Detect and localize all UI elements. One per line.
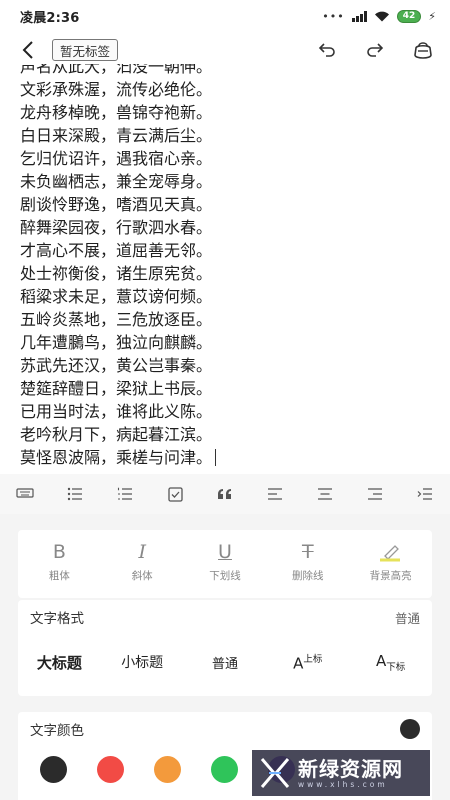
subscript-option[interactable]: A下标 xyxy=(349,651,432,673)
current-color-indicator xyxy=(400,719,420,739)
poem-line: 五岭炎蒸地，三危放逐臣。 xyxy=(20,310,213,329)
quote-icon[interactable] xyxy=(200,474,250,514)
align-right-icon[interactable] xyxy=(350,474,400,514)
watermark-text: 新绿资源网 www.xlhs.com xyxy=(298,758,403,789)
back-arrow-icon[interactable] xyxy=(16,38,40,62)
app-bar-actions xyxy=(314,37,436,63)
poem-line: 几年遭鵩鸟，独泣向麒麟。 xyxy=(20,333,213,352)
highlight-button[interactable]: 背景高亮 xyxy=(349,530,432,598)
normal-text-option[interactable]: 普通 xyxy=(184,653,267,672)
text-format-options: 大标题 小标题 普通 A上标 A下标 xyxy=(18,634,432,690)
superscript-base: A xyxy=(293,654,304,673)
align-center-icon[interactable] xyxy=(300,474,350,514)
checkbox-icon[interactable] xyxy=(150,474,200,514)
keyboard-icon[interactable] xyxy=(0,474,50,514)
italic-icon: I xyxy=(138,541,146,563)
underline-label: 下划线 xyxy=(209,570,241,582)
more-dots-icon: ••• xyxy=(322,9,345,23)
poem-line: 文彩承殊渥，流传必绝伦。 xyxy=(20,80,213,99)
superscript-option[interactable]: A上标 xyxy=(266,651,349,672)
italic-label: 斜体 xyxy=(131,570,153,582)
highlight-label: 背景高亮 xyxy=(369,570,412,582)
strikethrough-icon: T xyxy=(301,541,314,563)
poem-line: 老吟秋月下，病起暮江滨。 xyxy=(20,425,213,444)
indent-icon[interactable] xyxy=(400,474,450,514)
color-swatch-green[interactable] xyxy=(211,756,238,783)
highlighter-icon xyxy=(378,540,404,564)
poem-line: 楚筵辞醴日，梁狱上书辰。 xyxy=(20,379,213,398)
signal-icon xyxy=(351,10,367,22)
strikethrough-label: 删除线 xyxy=(292,570,324,582)
poem-line: 声名从此大，汩没一朝伸。 xyxy=(20,64,213,76)
bold-button[interactable]: B 粗体 xyxy=(18,530,101,598)
poem-line: 醉舞梁园夜，行歌泗水春。 xyxy=(20,218,213,237)
text-format-title: 文字格式 xyxy=(30,611,84,627)
redo-icon[interactable] xyxy=(362,37,388,63)
poem-line: 白日来深殿，青云满后尘。 xyxy=(20,126,213,145)
status-icons: ••• 42 ⚡ xyxy=(322,9,436,23)
superscript-label: 上标 xyxy=(303,654,323,666)
watermark-logo-icon xyxy=(260,758,290,788)
poem-line: 苏武先还汉，黄公岂事秦。 xyxy=(20,356,213,375)
format-toolbar xyxy=(0,474,450,514)
poem-line: 才高心不展，道屈善无邻。 xyxy=(20,241,213,260)
bag-icon[interactable] xyxy=(410,37,436,63)
bold-label: 粗体 xyxy=(48,570,70,582)
text-color-title: 文字颜色 xyxy=(30,723,84,739)
app-bar: 暂无标签 xyxy=(0,32,450,68)
color-swatch-red[interactable] xyxy=(97,756,124,783)
bold-icon: B xyxy=(52,541,66,563)
charging-icon: ⚡ xyxy=(428,9,436,23)
text-format-header: 文字格式 普通 xyxy=(18,600,432,634)
strikethrough-button[interactable]: T 删除线 xyxy=(266,530,349,598)
text-color-header: 文字颜色 xyxy=(18,712,432,746)
poem-line: 已用当时法，谁将此义陈。 xyxy=(20,402,213,421)
subscript-base: A xyxy=(375,651,387,670)
poem-line: 稻粱求未足，薏苡谤何频。 xyxy=(20,287,213,306)
color-swatch-black[interactable] xyxy=(40,756,67,783)
poem-line-last: 莫怪恩波隔，乘槎与问津。 xyxy=(20,446,450,469)
text-cursor xyxy=(215,449,217,466)
watermark: 新绿资源网 www.xlhs.com xyxy=(252,750,430,796)
align-left-icon[interactable] xyxy=(250,474,300,514)
subscript-label: 下标 xyxy=(386,662,406,674)
poem-line: 莫怪恩波隔，乘槎与问津。 xyxy=(20,448,213,467)
italic-button[interactable]: I 斜体 xyxy=(101,530,184,598)
undo-icon[interactable] xyxy=(314,37,340,63)
text-style-card: B 粗体 I 斜体 U 下划线 T 删除线 背景高亮 xyxy=(18,530,432,598)
note-editor[interactable]: 声名从此大，汩没一朝伸。 文彩承殊渥，流传必绝伦。 龙舟移棹晚，兽锦夺袍新。 白… xyxy=(0,64,450,474)
text-format-current: 普通 xyxy=(394,610,420,626)
wifi-icon xyxy=(374,11,389,22)
text-format-card: 文字格式 普通 大标题 小标题 普通 A上标 A下标 xyxy=(18,600,432,696)
poem-line: 处士祢衡俊，诸生原宪贫。 xyxy=(20,264,213,283)
tag-chip[interactable]: 暂无标签 xyxy=(52,39,119,61)
numbered-list-icon[interactable] xyxy=(100,474,150,514)
watermark-title: 新绿资源网 xyxy=(298,756,403,781)
watermark-url: www.xlhs.com xyxy=(298,779,388,789)
underline-icon: U xyxy=(218,541,232,563)
heading-small-option[interactable]: 小标题 xyxy=(101,652,184,672)
heading-large-option[interactable]: 大标题 xyxy=(18,652,101,673)
poem-line: 乞归优诏许，遇我宿心亲。 xyxy=(20,149,213,168)
poem-line: 剧谈怜野逸，嗜酒见天真。 xyxy=(20,195,213,214)
battery-icon: 42 xyxy=(396,9,422,23)
poem-lines: 声名从此大，汩没一朝伸。 文彩承殊渥，流传必绝伦。 龙舟移棹晚，兽锦夺袍新。 白… xyxy=(20,64,450,469)
poem-line: 未负幽栖志，兼全宠辱身。 xyxy=(20,172,213,191)
underline-button[interactable]: U 下划线 xyxy=(184,530,267,598)
color-swatch-orange[interactable] xyxy=(154,756,181,783)
status-time: 凌晨2:36 xyxy=(20,10,80,26)
status-bar: 凌晨2:36 ••• 42 ⚡ xyxy=(0,0,450,32)
poem-line: 龙舟移棹晚，兽锦夺袍新。 xyxy=(20,103,213,122)
bullet-list-icon[interactable] xyxy=(50,474,100,514)
